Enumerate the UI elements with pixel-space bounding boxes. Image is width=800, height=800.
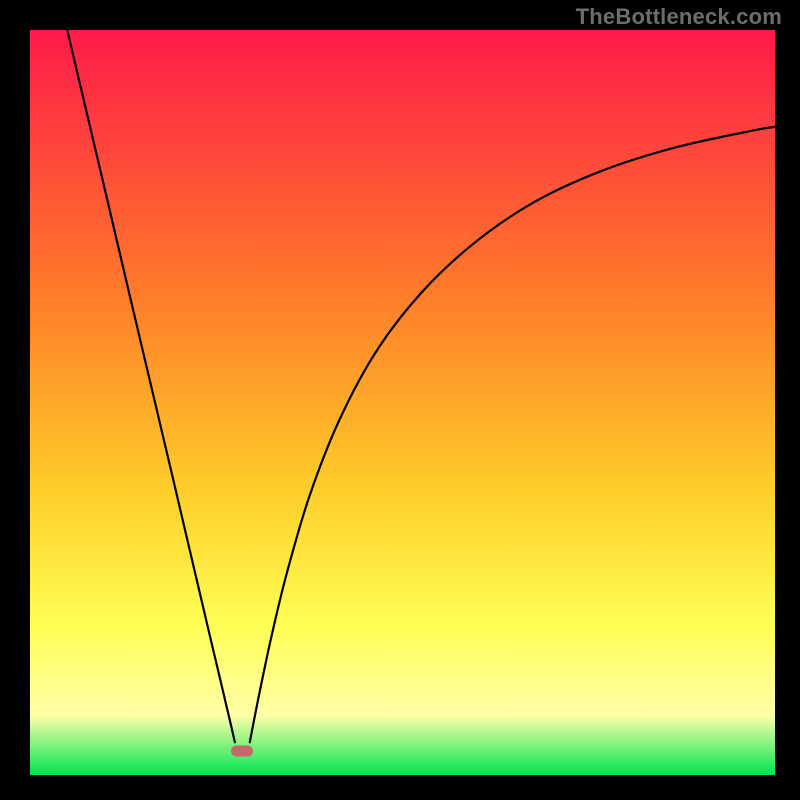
chart-frame: TheBottleneck.com <box>0 0 800 800</box>
gradient-background <box>30 30 775 775</box>
plot-svg <box>30 30 775 775</box>
watermark-text: TheBottleneck.com <box>576 4 782 30</box>
min-marker <box>231 746 253 757</box>
plot-area <box>30 30 775 775</box>
